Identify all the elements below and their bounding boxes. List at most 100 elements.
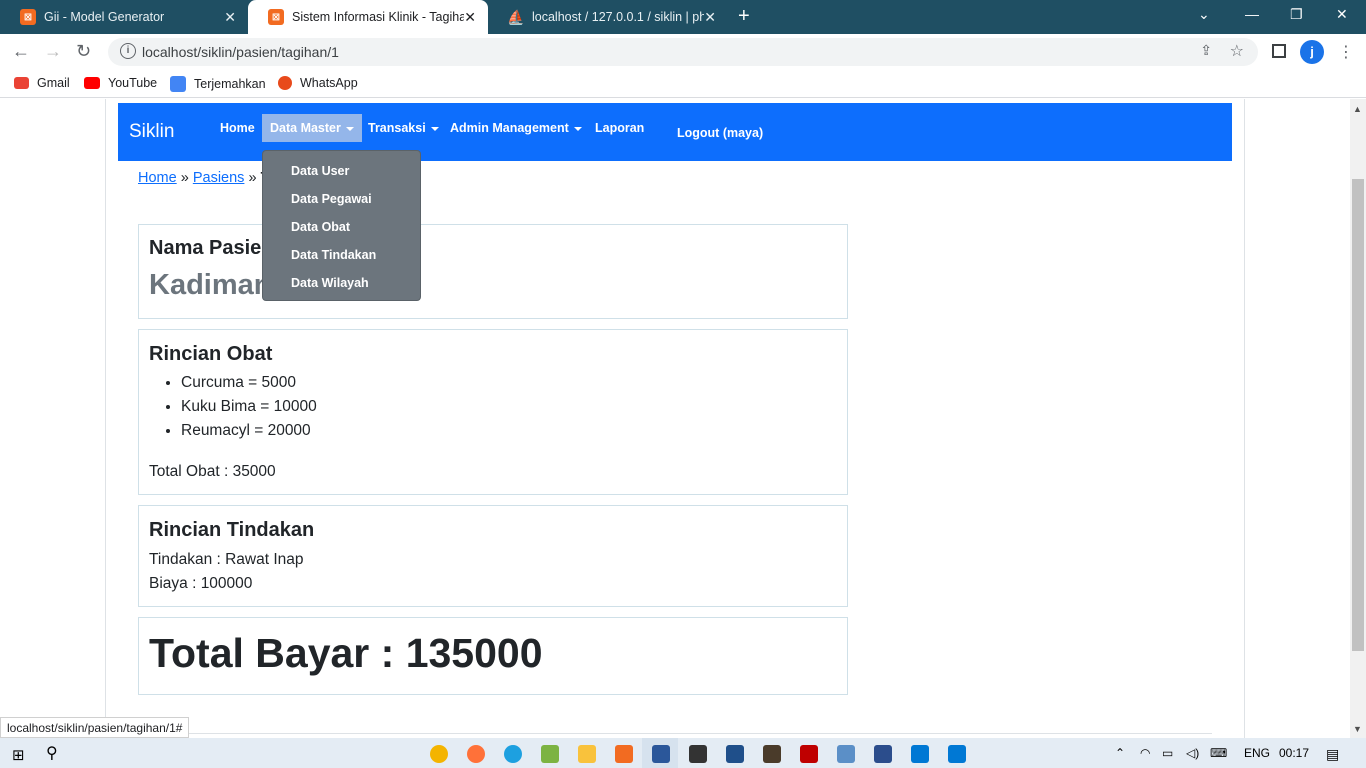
nav-home[interactable]: Home — [220, 121, 255, 135]
new-tab-icon[interactable]: + — [738, 5, 750, 28]
firefox-icon[interactable] — [467, 745, 485, 763]
caret-down-icon — [345, 126, 354, 131]
filezilla-icon[interactable] — [800, 745, 818, 763]
volume-icon[interactable]: ◁) — [1186, 746, 1199, 760]
cmd-icon[interactable] — [689, 745, 707, 763]
bookmark-youtube[interactable]: YouTube — [84, 76, 157, 90]
dropdown-item-data-pegawai[interactable]: Data Pegawai — [291, 192, 372, 206]
sublime-icon[interactable] — [763, 745, 781, 763]
tab-gii[interactable]: ⊠ Gii - Model Generator ✕ — [0, 0, 248, 34]
nav-admin-management[interactable]: Admin Management — [450, 121, 582, 135]
share-icon[interactable]: ⇪ — [1200, 42, 1212, 59]
nav-logout[interactable]: Logout (maya) — [677, 126, 763, 140]
caret-down-icon — [430, 126, 439, 131]
list-item: Kuku Bima = 10000 — [181, 398, 317, 422]
tab-title: Gii - Model Generator — [44, 10, 165, 24]
pasien-card: Nama Pasien Kadiman — [138, 224, 848, 319]
back-icon[interactable]: ← — [12, 41, 30, 62]
restore-icon[interactable]: ❐ — [1290, 6, 1303, 23]
nav-data-master[interactable]: Data Master — [262, 114, 362, 142]
menu-icon[interactable]: ⋮ — [1338, 42, 1354, 62]
close-icon[interactable]: ✕ — [704, 9, 716, 26]
bookmarks-bar: Gmail YouTube Terjemahkan WhatsApp — [0, 70, 1366, 98]
breadcrumb-home[interactable]: Home — [138, 170, 177, 186]
phpmyadmin-icon: ⛵ — [507, 8, 525, 25]
forward-icon[interactable]: → — [44, 41, 62, 62]
obat-total: Total Obat : 35000 — [149, 463, 276, 480]
browser-toolbar: ← → ↻ i localhost/siklin/pasien/tagihan/… — [0, 34, 1366, 70]
star-icon[interactable]: ☆ — [1230, 41, 1244, 61]
tab-title: localhost / 127.0.0.1 / siklin | php — [532, 10, 704, 24]
search-icon[interactable]: ⚲ — [46, 743, 58, 763]
keyboard-icon[interactable]: ⌨ — [1210, 746, 1227, 760]
minimize-icon[interactable]: — — [1245, 6, 1259, 22]
tab-title: Sistem Informasi Klinik - Tagihan — [292, 10, 464, 24]
list-item: Curcuma = 5000 — [181, 374, 317, 398]
dropdown-item-data-obat[interactable]: Data Obat — [291, 220, 350, 234]
photoshop-icon[interactable] — [874, 745, 892, 763]
dropdown-item-data-tindakan[interactable]: Data Tindakan — [291, 248, 376, 262]
dropdown-item-data-wilayah[interactable]: Data Wilayah — [291, 276, 369, 290]
close-icon[interactable]: ✕ — [224, 9, 236, 26]
youtube-icon — [84, 77, 100, 89]
tindakan-title: Rincian Tindakan — [149, 519, 315, 541]
xampp-icon[interactable] — [615, 745, 633, 763]
language-indicator[interactable]: ENG — [1244, 746, 1270, 760]
breadcrumb-separator: » — [248, 170, 257, 186]
battery-icon[interactable]: ▭ — [1162, 746, 1173, 760]
total-bayar: Total Bayar : 135000 — [149, 630, 543, 676]
navbar-brand[interactable]: Siklin — [129, 121, 174, 143]
page-content: Siklin Home Data Master Transaksi Admin … — [0, 99, 1350, 739]
word-icon[interactable] — [652, 745, 670, 763]
reload-icon[interactable]: ↻ — [76, 41, 91, 62]
bookmark-terjemahkan[interactable]: Terjemahkan — [170, 76, 266, 92]
url-text: localhost/siklin/pasien/tagihan/1 — [142, 44, 339, 60]
clock[interactable]: 00:17 — [1279, 746, 1309, 760]
translate-icon — [170, 76, 186, 92]
close-window-icon[interactable]: ✕ — [1336, 6, 1348, 23]
close-icon[interactable]: ✕ — [464, 9, 476, 26]
scrollbar-thumb[interactable] — [1352, 179, 1364, 651]
nav-label: Admin Management — [450, 121, 569, 135]
chrome-icon[interactable] — [430, 745, 448, 763]
tab-phpmyadmin[interactable]: ⛵ localhost / 127.0.0.1 / siklin | php ✕ — [488, 0, 728, 34]
pasien-name: Kadiman — [149, 269, 272, 301]
chevron-up-icon[interactable]: ⌃ — [1115, 746, 1125, 760]
nav-transaksi[interactable]: Transaksi — [368, 121, 439, 135]
status-url: localhost/siklin/pasien/tagihan/1# — [0, 717, 190, 738]
whatsapp-icon — [278, 76, 292, 90]
vscode-icon[interactable] — [911, 745, 929, 763]
data-master-dropdown: Data User Data Pegawai Data Obat Data Ti… — [262, 150, 421, 301]
tindakan-biaya: Biaya : 100000 — [149, 575, 253, 592]
file-explorer-icon[interactable] — [578, 745, 596, 763]
breadcrumb: Home » Pasiens » Ta — [138, 170, 276, 186]
breadcrumb-pasiens[interactable]: Pasiens — [193, 170, 245, 186]
address-bar[interactable]: i localhost/siklin/pasien/tagihan/1 ⇪ ☆ — [108, 38, 1258, 66]
bookmark-label: Terjemahkan — [194, 77, 266, 91]
pasien-label: Nama Pasien — [149, 237, 274, 259]
bookmark-whatsapp[interactable]: WhatsApp — [278, 76, 358, 90]
caret-down-icon — [573, 126, 582, 131]
app-icon[interactable] — [726, 745, 744, 763]
scroll-down-icon[interactable]: ▼ — [1353, 724, 1362, 734]
notification-icon[interactable]: ▤ — [1326, 746, 1339, 763]
side-panel-icon[interactable] — [1272, 44, 1286, 58]
avatar[interactable]: j — [1300, 40, 1324, 64]
edge-icon[interactable] — [504, 745, 522, 763]
nav-laporan[interactable]: Laporan — [595, 121, 644, 135]
tab-tagihan[interactable]: ⊠ Sistem Informasi Klinik - Tagihan ✕ — [248, 0, 488, 34]
scroll-up-icon[interactable]: ▲ — [1353, 104, 1362, 114]
browser-tab-strip: ⊠ Gii - Model Generator ✕ ⊠ Sistem Infor… — [0, 0, 1366, 34]
nav-label: Data Master — [270, 121, 341, 135]
info-icon[interactable]: i — [120, 43, 136, 59]
vscode-icon[interactable] — [948, 745, 966, 763]
list-item: Reumacyl = 20000 — [181, 422, 317, 446]
bookmark-gmail[interactable]: Gmail — [14, 76, 70, 90]
dropdown-item-data-user[interactable]: Data User — [291, 164, 349, 178]
virtualbox-icon[interactable] — [837, 745, 855, 763]
wifi-icon[interactable]: ◠ — [1140, 746, 1150, 760]
windows-start-icon[interactable]: ⊞ — [12, 746, 25, 764]
chevron-down-icon[interactable]: ⌄ — [1198, 6, 1210, 23]
obat-card: Rincian Obat Curcuma = 5000 Kuku Bima = … — [138, 329, 848, 495]
notepad-icon[interactable] — [541, 745, 559, 763]
